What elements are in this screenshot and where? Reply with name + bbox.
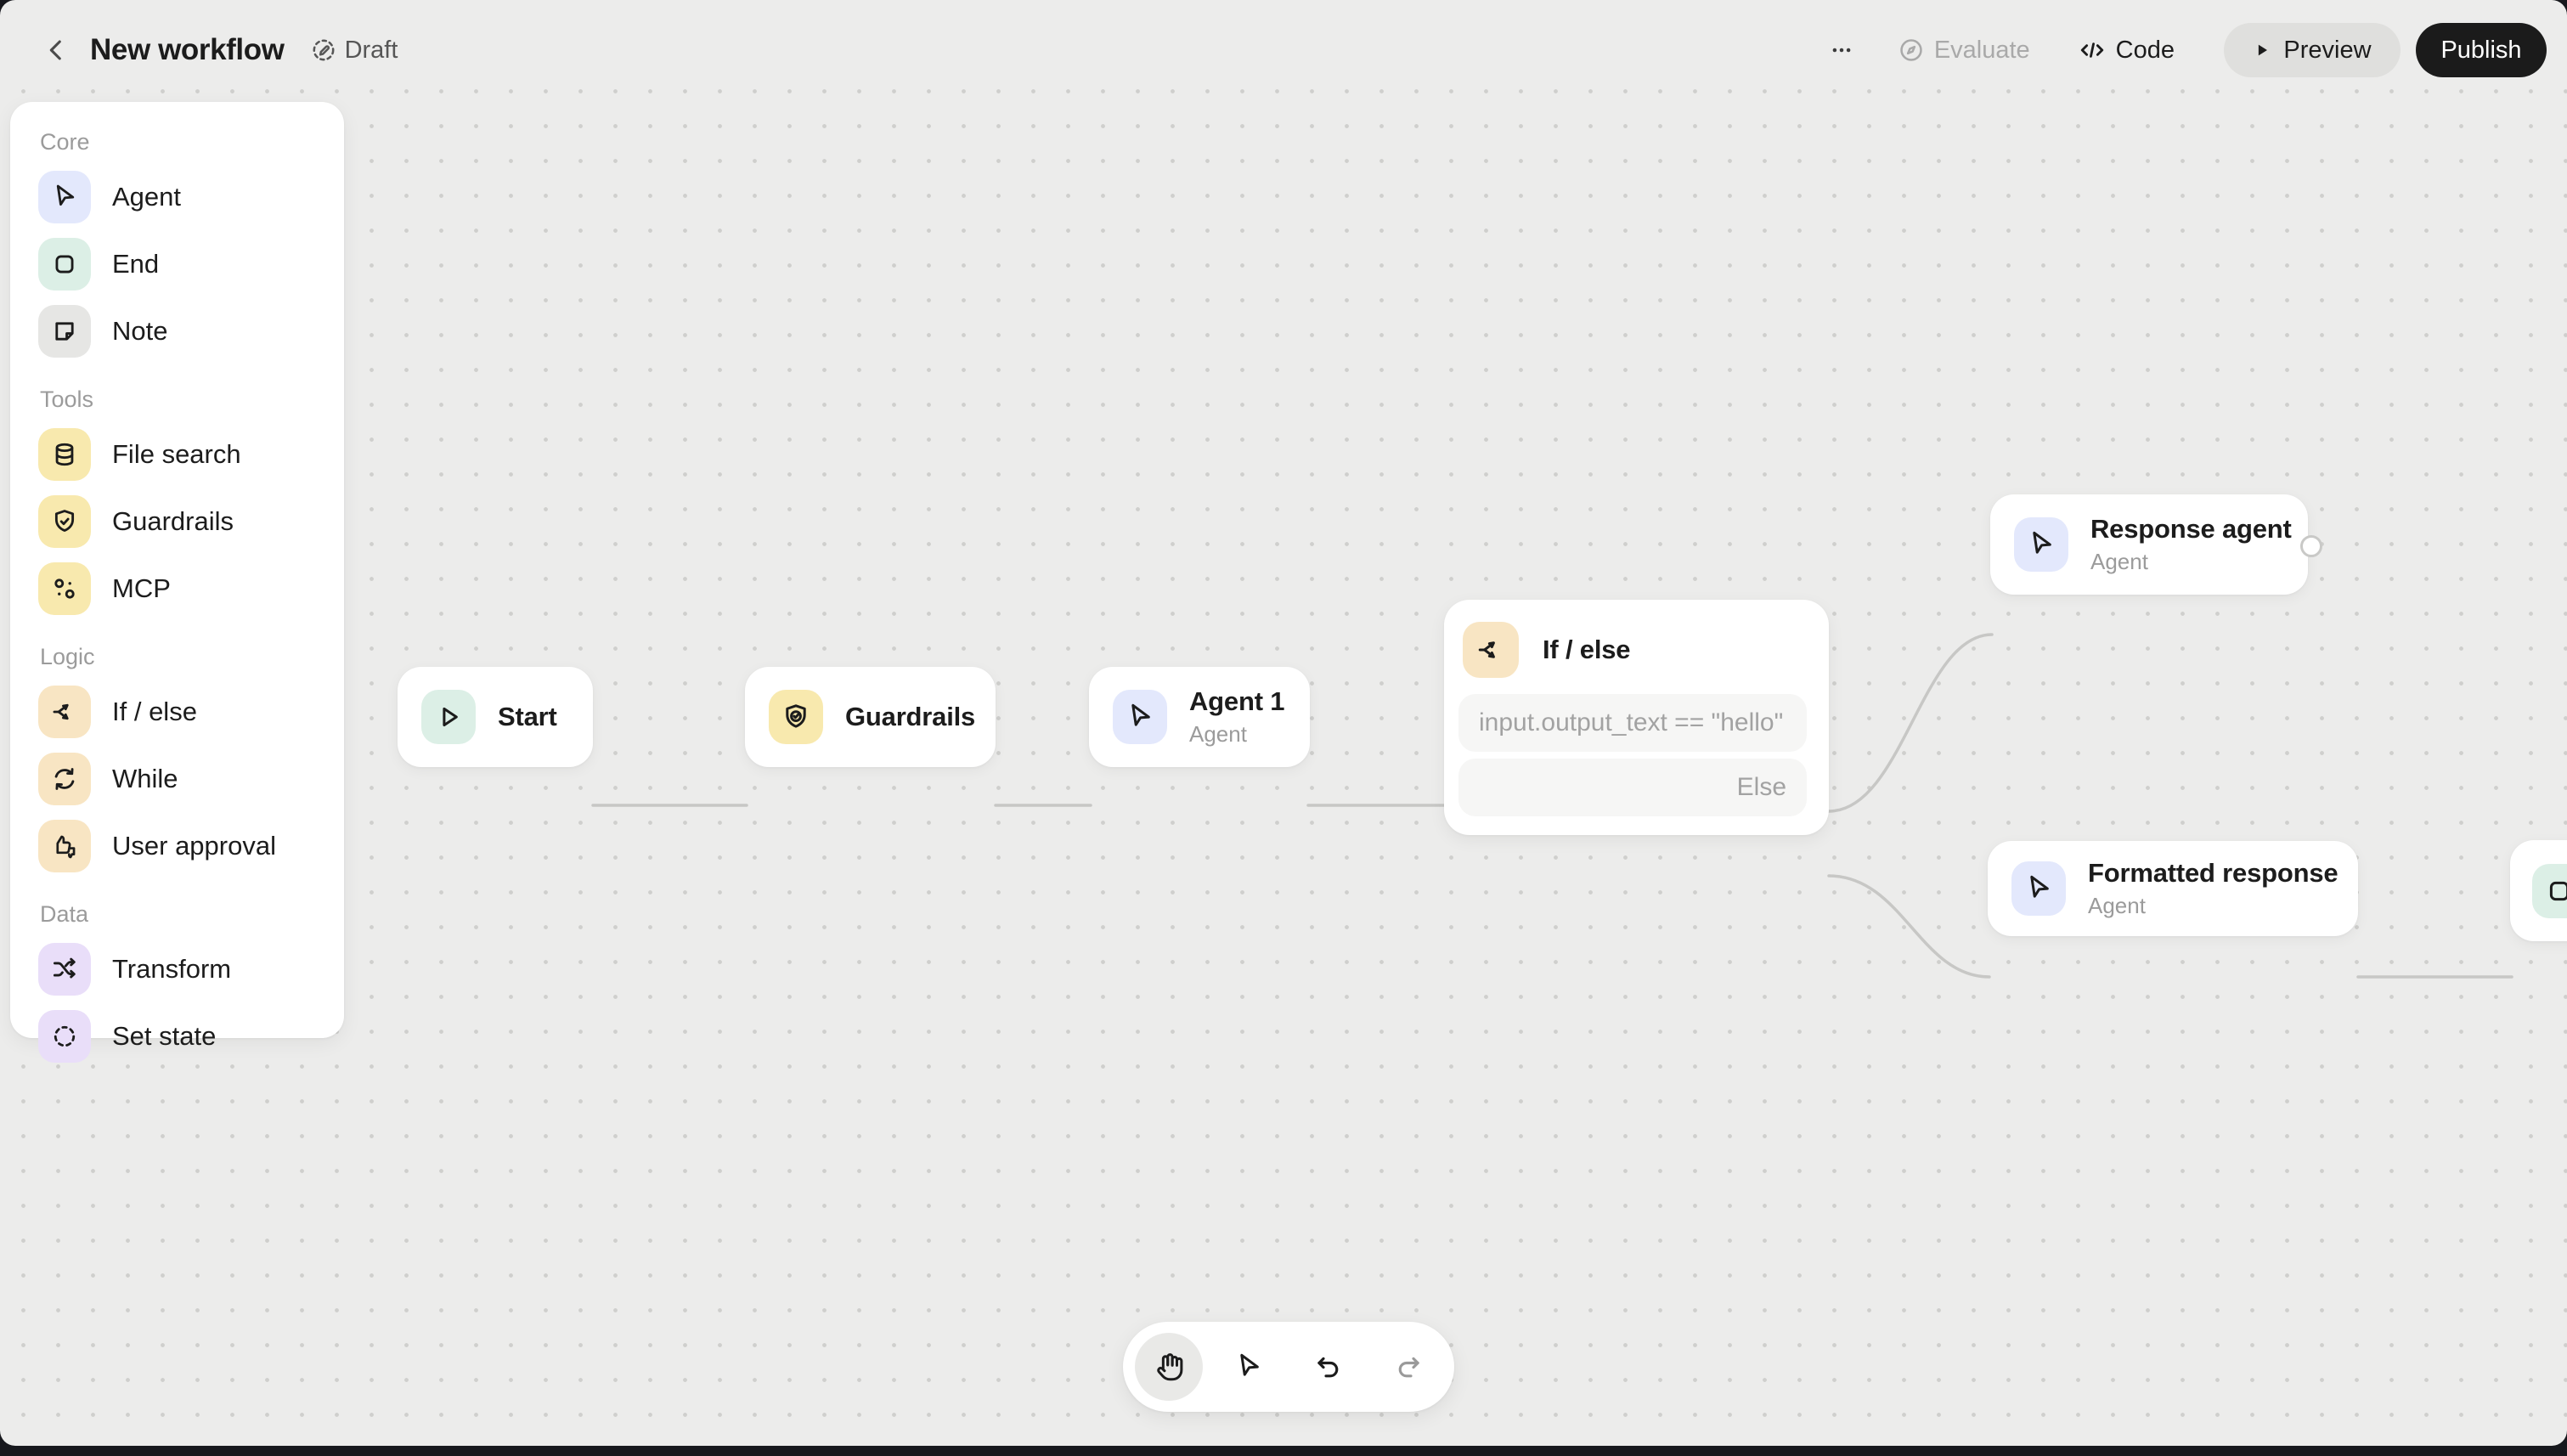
pointer-icon [38, 171, 91, 223]
sidebar-item-guardrails[interactable]: Guardrails [38, 495, 327, 548]
chevron-left-icon [49, 40, 61, 60]
section-label-core: Core [40, 129, 90, 155]
code-label: Code [2115, 36, 2175, 64]
edge-else-formatted [1827, 874, 1991, 979]
sidebar-item-end[interactable]: End [38, 238, 327, 291]
redo-icon [1398, 1357, 1419, 1378]
node-title: Guardrails [845, 702, 976, 731]
node-title: If / else [1543, 635, 1631, 664]
more-menu-button[interactable] [1823, 31, 1860, 69]
sidebar-item-agent[interactable]: Agent [38, 171, 327, 223]
node-title: Formatted response [2088, 858, 2339, 888]
workflow-title: New workflow [90, 33, 285, 66]
status-badge: Draft [310, 37, 398, 65]
hand-icon [1157, 1353, 1183, 1381]
if-condition-row[interactable]: input.output_text == "hello" [1458, 694, 1807, 752]
compass-icon [1900, 39, 1922, 61]
loop-icon [38, 753, 91, 805]
undo-button[interactable] [1295, 1333, 1362, 1401]
node-guardrails[interactable]: Guardrails [745, 667, 996, 767]
pointer-icon [1113, 690, 1167, 744]
sidebar-item-transform[interactable]: Transform [38, 943, 327, 996]
thumbs-icon [38, 820, 91, 872]
redo-button[interactable] [1374, 1333, 1442, 1401]
evaluate-label: Evaluate [1933, 36, 2030, 64]
database-icon [38, 428, 91, 481]
output-port[interactable] [2300, 535, 2322, 557]
sidebar-item-label: Set state [112, 1021, 217, 1051]
sidebar-item-label: Transform [112, 954, 232, 984]
shuffle-icon [38, 943, 91, 996]
node-subtitle: Agent [2090, 549, 2148, 574]
workflow-canvas[interactable] [0, 88, 2567, 1446]
shield-check-icon [769, 690, 823, 744]
publish-label: Publish [2440, 36, 2522, 64]
node-title: Agent 1 [1189, 686, 1285, 716]
section-label-tools: Tools [40, 387, 94, 412]
dashed-circle-icon [38, 1010, 91, 1063]
section-label-data: Data [40, 901, 89, 927]
node-start[interactable]: Start [398, 667, 593, 767]
pointer-icon [2011, 861, 2066, 916]
preview-button[interactable]: Preview [2224, 23, 2401, 77]
sidebar-item-label: Note [112, 316, 168, 346]
sidebar-item-label: User approval [112, 831, 276, 861]
top-bar: New workflow Draft Evaluate Code Preview… [0, 0, 2567, 100]
code-icon [2080, 42, 2103, 58]
code-button[interactable]: Code [2078, 36, 2175, 65]
sidebar-item-label: File search [112, 439, 241, 469]
else-row[interactable]: Else [1458, 759, 1807, 816]
evaluate-button[interactable]: Evaluate [1898, 37, 2030, 65]
mcp-icon [38, 562, 91, 615]
app-window: New workflow Draft Evaluate Code Preview… [0, 0, 2567, 1446]
sidebar-item-label: End [112, 249, 160, 279]
preview-label: Preview [2283, 36, 2372, 64]
square-icon [38, 238, 91, 291]
status-badge-label: Draft [344, 36, 398, 64]
play-icon [2259, 44, 2268, 56]
section-label-logic: Logic [40, 644, 95, 669]
branch-icon [1463, 622, 1519, 678]
sidebar-item-label: If / else [112, 697, 197, 726]
node-title: Start [498, 702, 557, 731]
square-icon [2532, 863, 2567, 918]
publish-button[interactable]: Publish [2416, 23, 2547, 77]
node-palette: Core Agent End Note Tools File search Gu… [10, 102, 344, 1063]
pointer-icon [2014, 517, 2068, 572]
sidebar-item-user-approval[interactable]: User approval [38, 820, 327, 872]
node-subtitle: Agent [2088, 893, 2146, 918]
node-agent-1[interactable]: Agent 1 Agent [1089, 667, 1310, 767]
node-formatted-response[interactable]: Formatted response Agent [1988, 841, 2358, 936]
back-button[interactable] [37, 31, 75, 69]
undo-icon [1317, 1357, 1339, 1378]
sidebar-item-label: Guardrails [112, 506, 234, 536]
pan-tool-button[interactable] [1135, 1333, 1203, 1401]
node-response-agent[interactable]: Response agent Agent [1990, 494, 2308, 595]
node-subtitle: Agent [1189, 721, 1247, 747]
select-tool-button[interactable] [1215, 1333, 1283, 1401]
edge-if-response-agent [1827, 633, 1994, 813]
sidebar-item-if-else[interactable]: If / else [38, 686, 327, 738]
sidebar-item-mcp[interactable]: MCP [38, 562, 327, 615]
node-title: Response agent [2090, 514, 2292, 544]
sidebar-item-label: MCP [112, 573, 171, 603]
edge-connections [591, 633, 2513, 979]
sidebar-item-while[interactable]: While [38, 753, 327, 805]
sidebar-item-note[interactable]: Note [38, 305, 327, 358]
canvas-toolbar [1123, 1322, 1454, 1412]
sidebar-item-file-search[interactable]: File search [38, 428, 327, 481]
branch-icon [38, 686, 91, 738]
node-if-else[interactable]: If / else input.output_text == "hello" E… [1444, 600, 1829, 835]
sidebar-item-label: Agent [112, 182, 182, 212]
node-end-partial[interactable] [2510, 840, 2567, 941]
play-icon [421, 690, 476, 744]
draft-pencil-icon [313, 39, 335, 61]
note-icon [38, 305, 91, 358]
sidebar-item-label: While [112, 764, 178, 793]
sidebar-item-set-state[interactable]: Set state [38, 1010, 327, 1063]
shield-check-icon [38, 495, 91, 548]
cursor-icon [1240, 1353, 1259, 1376]
ellipsis-icon [1832, 48, 1851, 53]
